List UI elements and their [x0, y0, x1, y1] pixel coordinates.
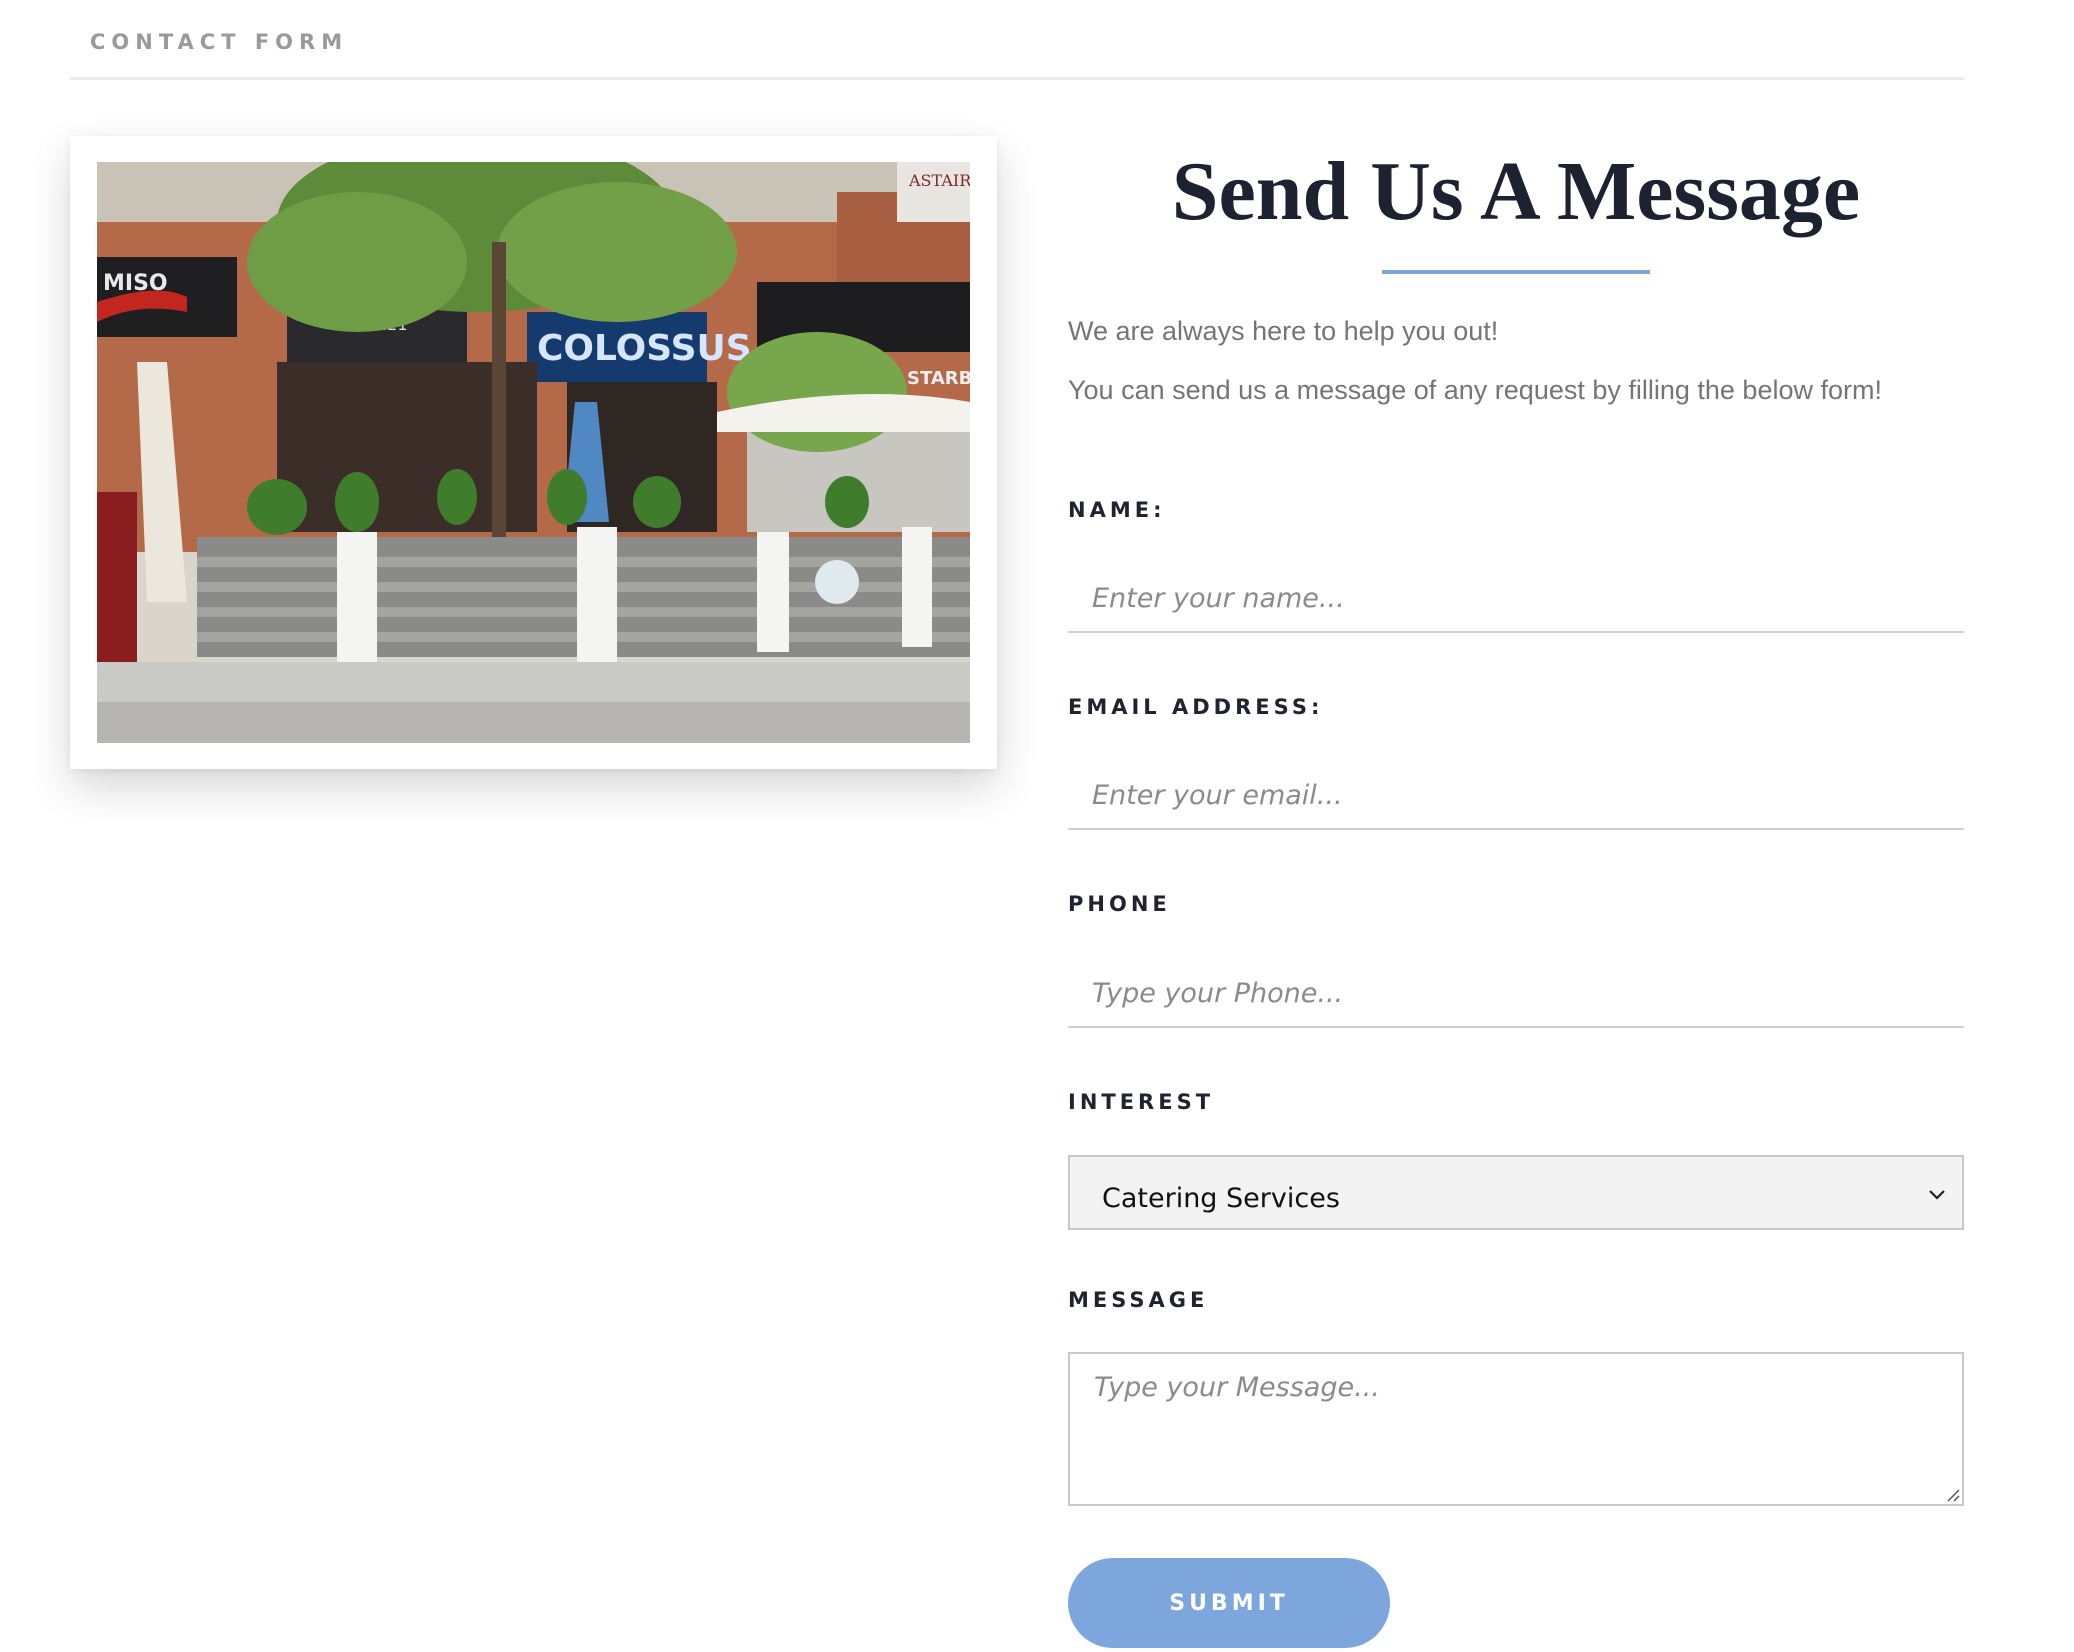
intro-text-2: You can send us a message of any request…: [1068, 375, 1882, 405]
name-label: NAME:: [1068, 498, 1166, 522]
resize-handle-icon[interactable]: [1944, 1486, 1960, 1502]
storefront-photo: MISO 221 COLOSSUS STARBUC ASTAIRE: [97, 162, 970, 743]
section-title: CONTACT FORM: [90, 30, 349, 54]
photo-card: MISO 221 COLOSSUS STARBUC ASTAIRE: [70, 136, 997, 769]
interest-label: INTEREST: [1068, 1090, 1215, 1114]
form-heading: Send Us A Message: [1171, 145, 1861, 238]
sign-astaire: ASTAIRE: [908, 171, 970, 190]
phone-label: PHONE: [1068, 892, 1171, 916]
section-divider: [70, 77, 1964, 80]
interest-select[interactable]: Catering Services: [1068, 1155, 1964, 1230]
name-input[interactable]: [1068, 565, 1964, 633]
submit-button[interactable]: SUBMIT: [1068, 1558, 1390, 1648]
email-label: EMAIL ADDRESS:: [1068, 695, 1324, 719]
message-label: MESSAGE: [1068, 1288, 1209, 1312]
phone-input[interactable]: [1068, 960, 1964, 1028]
intro-text-1: We are always here to help you out!: [1068, 316, 1499, 346]
heading-underline: [1382, 270, 1650, 274]
interest-selected-value: Catering Services: [1102, 1183, 1340, 1214]
sign-starbucks: STARBUC: [907, 368, 970, 389]
chevron-down-icon: [1929, 1190, 1945, 1200]
email-input[interactable]: [1068, 762, 1964, 830]
storefront-illustration: MISO 221 COLOSSUS STARBUC ASTAIRE: [97, 162, 970, 743]
sign-colossus: COLOSSUS: [537, 328, 752, 369]
message-textarea[interactable]: [1068, 1352, 1964, 1506]
